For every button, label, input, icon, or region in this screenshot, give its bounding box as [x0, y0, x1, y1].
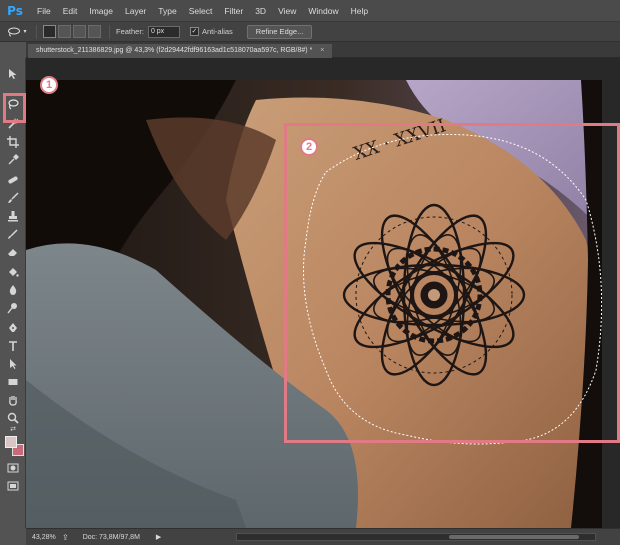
- screen-mode-button[interactable]: [4, 478, 22, 494]
- menu-layer[interactable]: Layer: [120, 0, 151, 22]
- close-icon[interactable]: ×: [320, 47, 324, 54]
- stamp-icon: [8, 211, 18, 222]
- refine-edge-button[interactable]: Refine Edge...: [246, 24, 313, 39]
- document-size-info: Doc: 73,8M/97,8M: [82, 533, 140, 541]
- step-badge-2: 2: [300, 138, 318, 156]
- toolbox: ⇄: [0, 58, 26, 528]
- pen-icon: [9, 323, 17, 332]
- new-selection-button[interactable]: [43, 25, 56, 38]
- eraser-icon: [8, 249, 17, 256]
- rectangle-tool-button[interactable]: [4, 374, 22, 390]
- paint-bucket-tool-button[interactable]: [4, 264, 22, 280]
- pen-tool-button[interactable]: [4, 320, 22, 336]
- paint-bucket-icon: [9, 268, 19, 277]
- menu-window[interactable]: Window: [303, 0, 343, 22]
- zoom-level-field[interactable]: 43,28%: [32, 534, 58, 541]
- document-tab-bar: shutterstock_211386829.jpg @ 43,3% (f2d2…: [26, 42, 620, 58]
- document-tab-title: shutterstock_211386829.jpg @ 43,3% (f2d2…: [36, 47, 313, 54]
- bandage-icon: [8, 176, 18, 184]
- quick-mask-button[interactable]: [4, 460, 22, 476]
- document-tab[interactable]: shutterstock_211386829.jpg @ 43,3% (f2d2…: [28, 44, 333, 58]
- crop-icon: [7, 136, 19, 148]
- tool-preset-picker[interactable]: ▾: [4, 24, 30, 40]
- horizontal-scroll-thumb[interactable]: [449, 535, 579, 539]
- path-selection-tool-button[interactable]: [4, 356, 22, 372]
- menu-filter[interactable]: Filter: [219, 0, 248, 22]
- menu-bar: Ps File Edit Image Layer Type Select Fil…: [0, 0, 620, 22]
- status-bar: 43,28% ⇪ Doc: 73,8M/97,8M ▶: [26, 528, 620, 545]
- menu-view[interactable]: View: [273, 0, 301, 22]
- dodge-tool-button[interactable]: [4, 300, 22, 316]
- callout-box-lasso-tool: [3, 93, 26, 123]
- history-brush-icon: [8, 229, 18, 239]
- intersect-selection-button[interactable]: [88, 25, 101, 38]
- hand-icon: [9, 396, 17, 406]
- antialias-label: Anti-alias: [201, 27, 233, 36]
- rectangle-icon: [8, 379, 18, 385]
- lasso-icon: [8, 27, 21, 36]
- divider: [109, 24, 110, 39]
- move-icon: [9, 69, 17, 79]
- step-badge-1: 1: [40, 76, 58, 94]
- spot-healing-tool-button[interactable]: [4, 172, 22, 188]
- eraser-tool-button[interactable]: [4, 244, 22, 260]
- menu-type[interactable]: Type: [153, 0, 181, 22]
- clone-stamp-tool-button[interactable]: [4, 208, 22, 224]
- menu-image[interactable]: Image: [84, 0, 118, 22]
- feather-input[interactable]: 0 px: [147, 25, 180, 38]
- divider: [36, 24, 37, 39]
- menu-edit[interactable]: Edit: [58, 0, 83, 22]
- add-to-selection-button[interactable]: [58, 25, 71, 38]
- menu-file[interactable]: File: [32, 0, 56, 22]
- quick-mask-icon: [7, 463, 19, 473]
- path-selection-icon: [10, 359, 17, 369]
- status-menu-arrow[interactable]: ▶: [156, 533, 161, 541]
- eyedropper-icon: [8, 154, 19, 165]
- dodge-icon: [7, 303, 17, 314]
- chevron-down-icon: ▾: [23, 29, 27, 35]
- menu-help[interactable]: Help: [346, 0, 373, 22]
- screen-mode-icon: [7, 481, 19, 491]
- antialias-checkbox[interactable]: ✓: [189, 27, 199, 36]
- eyedropper-tool-button[interactable]: [4, 152, 22, 168]
- callout-box-selection: [284, 123, 620, 443]
- blur-tool-button[interactable]: [4, 282, 22, 298]
- type-tool-button[interactable]: [4, 338, 22, 354]
- crop-tool-button[interactable]: [4, 134, 22, 150]
- options-bar: ▾ Feather: 0 px ✓ Anti-alias Refine Edge…: [0, 22, 620, 42]
- export-icon[interactable]: ⇪: [62, 533, 69, 542]
- feather-label: Feather:: [116, 27, 144, 36]
- history-brush-tool-button[interactable]: [4, 226, 22, 242]
- subtract-from-selection-button[interactable]: [73, 25, 86, 38]
- foreground-color-swatch[interactable]: [5, 436, 17, 448]
- brush-icon: [8, 192, 19, 203]
- move-tool-button[interactable]: [4, 66, 22, 82]
- menu-3d[interactable]: 3D: [250, 0, 271, 22]
- zoom-icon: [7, 412, 19, 424]
- hand-tool-button[interactable]: [4, 392, 22, 408]
- menu-select[interactable]: Select: [184, 0, 218, 22]
- swap-colors-icon[interactable]: ⇄: [4, 424, 22, 434]
- blur-drop-icon: [9, 285, 17, 295]
- photoshop-logo: Ps: [7, 3, 23, 18]
- horizontal-scrollbar[interactable]: [236, 533, 596, 541]
- brush-tool-button[interactable]: [4, 190, 22, 206]
- type-icon: [9, 341, 17, 351]
